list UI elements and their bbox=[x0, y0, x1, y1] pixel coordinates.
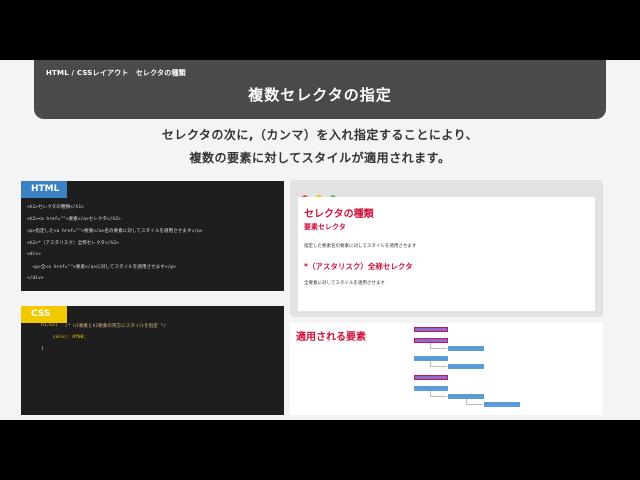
header-bar: HTML / CSSレイアウト セレクタの種類 複数セレクタの指定 bbox=[34, 60, 606, 119]
css-comment: /* h1要素とh2要素の両方にスタイルを指定 */ bbox=[65, 324, 167, 329]
html-code-line: <div> bbox=[27, 252, 41, 257]
breadcrumb: HTML / CSSレイアウト セレクタの種類 bbox=[46, 69, 186, 77]
slide: HTML / CSSレイアウト セレクタの種類 複数セレクタの指定 セレクタの次… bbox=[0, 60, 640, 420]
html-code-line: <p>全<a href="">要素</a>に対してスタイルを適用させます</p> bbox=[27, 265, 176, 270]
css-selector: h1,h2{ bbox=[41, 323, 58, 328]
tree-node-a bbox=[484, 402, 520, 407]
html-code-line: <h1>セレクタの種類</h1> bbox=[27, 205, 84, 210]
tree-node-h1 bbox=[414, 327, 448, 332]
html-code-line: <h2>*（アスタリスク）全称セレクタ</h2> bbox=[27, 241, 119, 246]
preview-h1: セレクタの種類 bbox=[304, 209, 374, 220]
preview-h2-element-selector: 要素セレクタ bbox=[304, 223, 346, 231]
html-code-line: <p>指定した<a href="">要素</a>名の要素に対してスタイルを適用さ… bbox=[27, 229, 203, 234]
html-code-line: <h2><a href="">要素</a>セレクタ</h2> bbox=[27, 217, 121, 222]
preview-h2-universal-selector: *（アスタリスク）全称セレクタ bbox=[304, 262, 413, 271]
description-line-1: セレクタの次に,（カンマ）を入れ指定することにより、 bbox=[161, 128, 479, 142]
preview-paragraph-1: 指定した要素名の要素に対してスタイルを適用させます bbox=[304, 244, 417, 249]
applied-elements-panel: 適用される要素 bbox=[290, 323, 603, 415]
browser-preview: セレクタの種類 要素セレクタ 指定した要素名の要素に対してスタイルを適用させます… bbox=[290, 180, 603, 317]
tree-node-h2 bbox=[414, 375, 448, 380]
tree-connector bbox=[430, 343, 447, 349]
css-label: CSS bbox=[21, 306, 67, 323]
page-title: 複数セレクタの指定 bbox=[248, 86, 392, 104]
html-code-line: </div> bbox=[27, 276, 44, 281]
css-close-brace: } bbox=[41, 347, 44, 352]
preview-paragraph-2: 全要素に対してスタイルを適用させます bbox=[304, 281, 385, 286]
html-label: HTML bbox=[21, 181, 67, 198]
css-code-panel: CSS h1,h2{ /* h1要素とh2要素の両方にスタイルを指定 */ co… bbox=[21, 306, 284, 415]
tree-node-a bbox=[448, 364, 484, 369]
description-line-2: 複数の要素に対してスタイルが適用されます。 bbox=[189, 151, 451, 165]
browser-content: セレクタの種類 要素セレクタ 指定した要素名の要素に対してスタイルを適用させます… bbox=[298, 197, 595, 311]
tree-node-a bbox=[448, 346, 484, 351]
css-property: color: #f00; bbox=[53, 335, 87, 340]
applied-elements-label: 適用される要素 bbox=[296, 332, 366, 343]
tree-connector bbox=[430, 391, 447, 397]
html-code-panel: HTML <h1>セレクタの種類</h1> <h2><a href="">要素<… bbox=[21, 181, 284, 291]
tree-connector bbox=[466, 399, 483, 405]
tree-connector bbox=[430, 361, 447, 367]
